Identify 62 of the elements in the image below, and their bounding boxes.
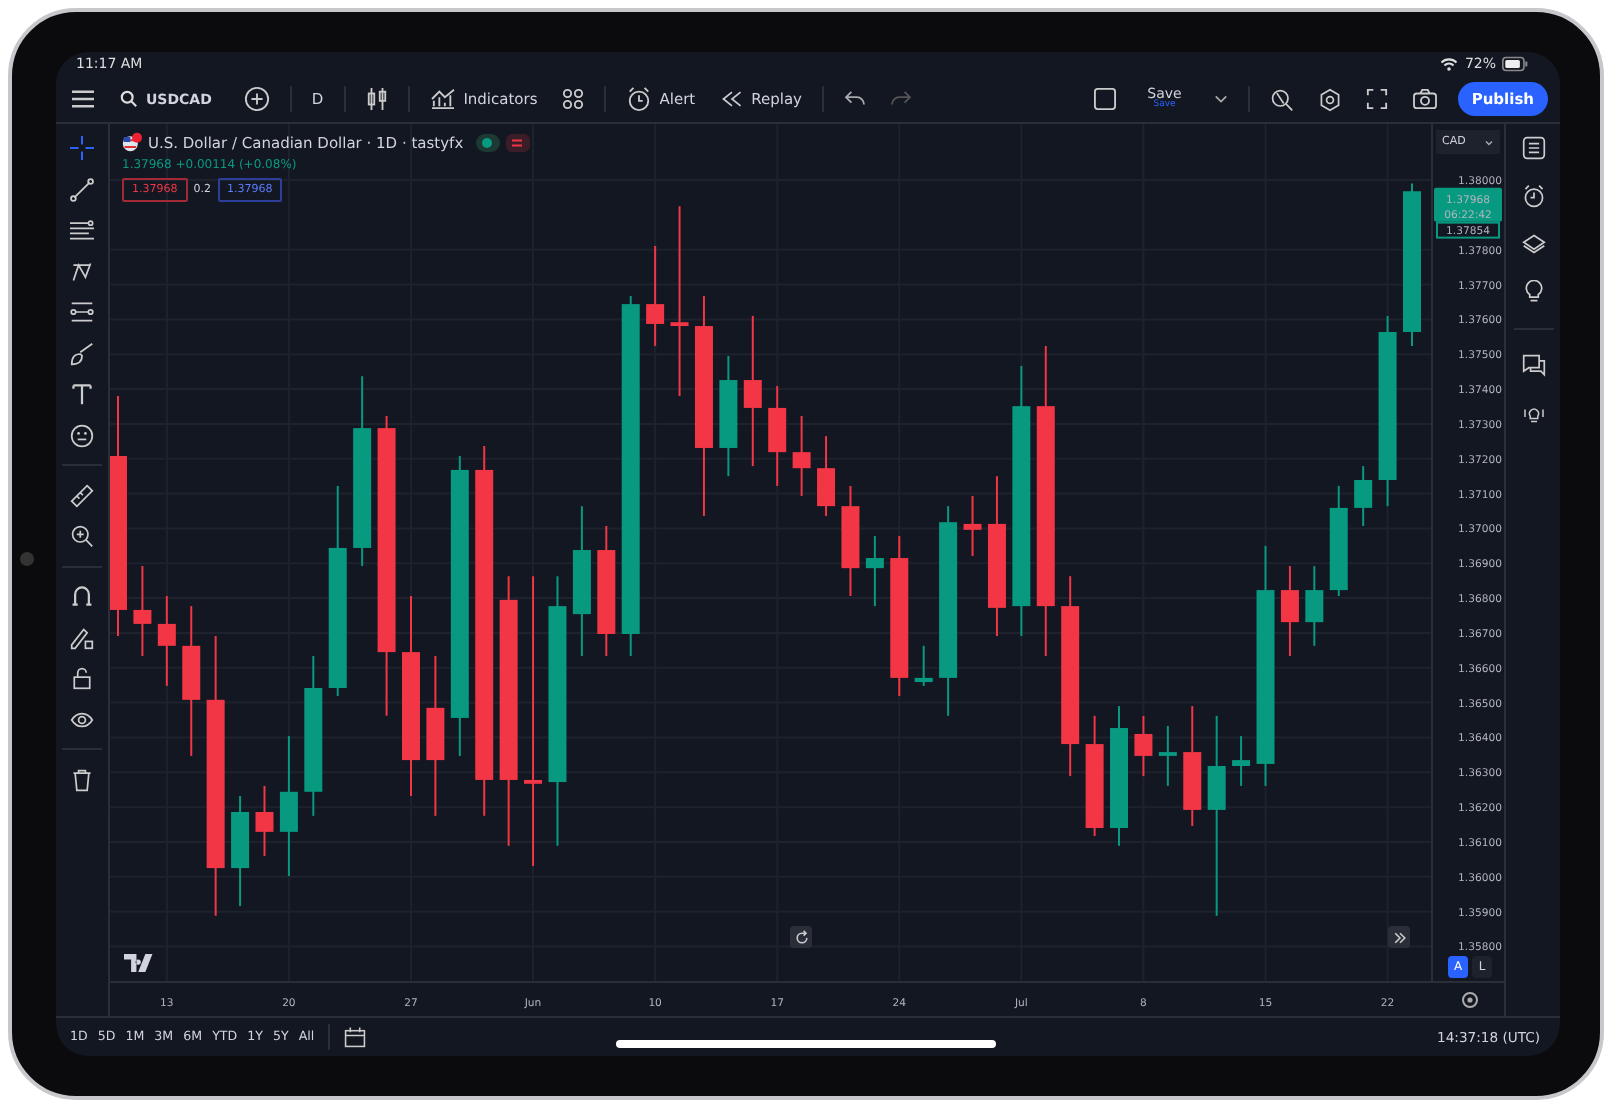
logo-icon — [124, 954, 156, 972]
trend-line-icon[interactable] — [70, 177, 94, 201]
text-tool-icon[interactable] — [70, 382, 94, 406]
candle — [597, 525, 616, 657]
candle — [1305, 565, 1324, 647]
idea-stream-icon[interactable] — [1521, 402, 1545, 426]
pencil-lock-icon[interactable] — [70, 625, 94, 649]
candle — [719, 355, 738, 478]
candle — [841, 484, 860, 597]
candle — [792, 414, 811, 498]
flag-icon — [122, 132, 142, 152]
pattern-icon[interactable] — [70, 259, 94, 283]
crosshair-icon[interactable] — [70, 136, 94, 160]
candle — [914, 644, 933, 687]
candle — [865, 535, 884, 608]
candle — [768, 384, 787, 487]
lightbulb-icon[interactable] — [1521, 280, 1545, 304]
smiley-icon[interactable] — [70, 423, 94, 447]
candle — [1158, 724, 1177, 787]
wifi-icon — [1440, 56, 1459, 72]
candle — [231, 795, 250, 908]
candle — [1232, 735, 1251, 787]
reset-icon[interactable] — [790, 926, 812, 948]
watchlist-icon[interactable] — [1521, 136, 1545, 160]
candle — [1329, 484, 1348, 597]
magnet-icon[interactable] — [70, 584, 94, 608]
candle — [1354, 465, 1373, 527]
settings-icon[interactable] — [1462, 992, 1478, 1008]
zoom-in-icon[interactable] — [70, 524, 94, 548]
scroll-right-icon[interactable] — [1388, 926, 1410, 948]
alarm-clock-icon[interactable] — [1521, 184, 1545, 208]
candle — [1085, 714, 1104, 838]
candle — [255, 784, 274, 857]
camera-icon — [20, 552, 34, 566]
candle — [1134, 714, 1153, 778]
chart-icon — [429, 88, 456, 110]
candle — [963, 495, 982, 557]
candle — [1280, 565, 1299, 657]
brush-icon[interactable] — [70, 341, 94, 365]
range-lines-icon[interactable] — [70, 300, 94, 324]
candle — [157, 595, 176, 687]
fib-lines-icon[interactable] — [70, 218, 94, 242]
candle — [646, 244, 665, 347]
battery-icon — [1502, 56, 1528, 72]
equals-icon — [505, 133, 530, 151]
candle — [817, 435, 836, 517]
candle — [133, 565, 152, 657]
chevron-down-icon — [1484, 139, 1494, 145]
chat-icon[interactable] — [1521, 354, 1545, 378]
candle — [1110, 705, 1128, 847]
market-open-icon — [475, 133, 500, 151]
candle — [279, 735, 298, 878]
search-icon — [120, 90, 138, 108]
calendar-icon[interactable] — [344, 1026, 367, 1048]
rewind-icon — [719, 90, 744, 108]
alarm-clock-icon — [625, 86, 652, 112]
candle — [1183, 705, 1202, 827]
layers-icon[interactable] — [1521, 232, 1545, 256]
ruler-icon[interactable] — [70, 483, 94, 507]
lock-icon[interactable] — [70, 666, 94, 690]
trash-icon[interactable] — [70, 767, 94, 791]
eye-icon[interactable] — [70, 707, 94, 731]
